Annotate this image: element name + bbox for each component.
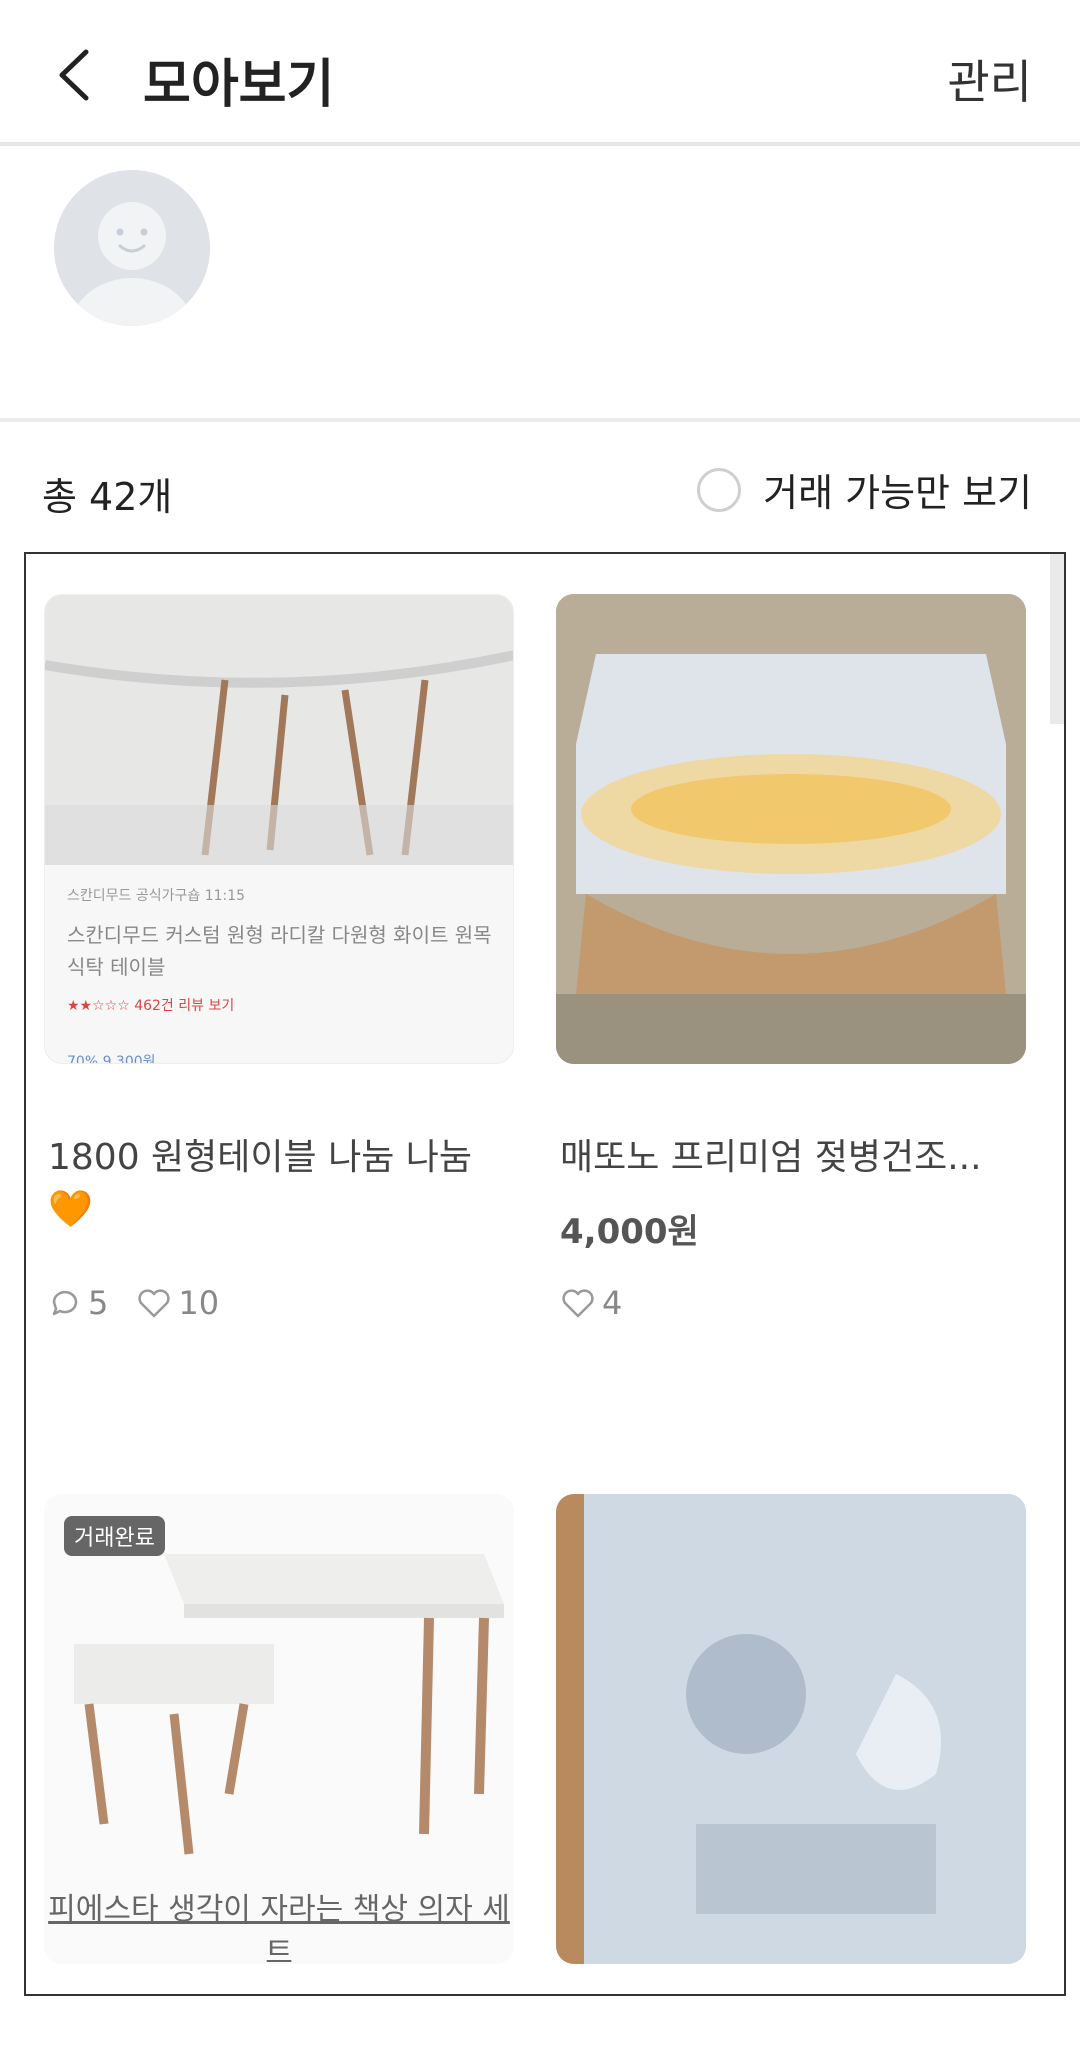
bottle-dryer-image	[556, 594, 1026, 1064]
heart-icon	[138, 1289, 171, 1318]
item-thumbnail[interactable]	[556, 594, 1026, 1064]
item-grid: 스칸디무드 공식가구숍 11:15 스칸디무드 커스텀 원형 라디칼 다원형 화…	[24, 552, 1066, 1996]
ad-seller: 스칸디무드 공식가구숍 11:15	[67, 888, 246, 904]
chat-count: 5	[88, 1284, 109, 1322]
ad-title: 스칸디무드 커스텀 원형 라디칼 다원형 화이트 원목 식탁 테이블	[67, 923, 492, 979]
item-thumbnail[interactable]: 거래완료 피에스타 생각이 자라는 책상 의자 세트	[44, 1494, 514, 1964]
sold-badge: 거래완료	[64, 1516, 165, 1556]
scroll-edge	[1050, 554, 1064, 724]
avatar[interactable]	[54, 170, 210, 326]
like-stat: 10	[136, 1284, 219, 1322]
ad-rating: ★★☆☆☆ 462건 리뷰 보기	[67, 998, 235, 1014]
item-title: 1800 원형테이블 나눔 나눔🧡	[48, 1137, 473, 1230]
default-avatar-icon	[54, 170, 210, 326]
like-stat: 4	[560, 1284, 622, 1322]
like-count: 4	[602, 1284, 623, 1322]
item-thumbnail[interactable]	[556, 1494, 1026, 1964]
chevron-left-icon	[59, 49, 89, 101]
item-stats: 4	[560, 1284, 640, 1322]
available-only-label: 거래 가능만 보기	[763, 471, 1032, 515]
table-image	[45, 595, 513, 865]
profile-section	[0, 150, 1080, 422]
top-app-bar: 모아보기 관리	[0, 0, 1080, 146]
available-only-toggle[interactable]: 거래 가능만 보기	[697, 462, 1032, 517]
list-toolbar: 총 42개 거래 가능만 보기	[0, 426, 1080, 550]
radio-button[interactable]	[697, 467, 742, 512]
page-title: 모아보기	[143, 55, 335, 115]
manage-button[interactable]: 관리	[947, 46, 1032, 112]
image-caption: 피에스타 생각이 자라는 책상 의자 세트	[48, 1892, 510, 1964]
heart-icon	[562, 1289, 594, 1318]
back-button[interactable]	[48, 40, 108, 110]
ad-text: 스칸디무드 공식가구숍 11:15 스칸디무드 커스텀 원형 라디칼 다원형 화…	[67, 885, 497, 1064]
item-price: 4,000원	[560, 1212, 699, 1252]
item-thumbnail[interactable]: 스칸디무드 공식가구숍 11:15 스칸디무드 커스텀 원형 라디칼 다원형 화…	[44, 594, 514, 1064]
like-count: 10	[178, 1284, 220, 1322]
chat-bubble-icon	[52, 1290, 78, 1316]
chat-stat: 5	[48, 1284, 108, 1322]
item-count: 총 42개	[42, 475, 173, 519]
item-stats: 5 10	[48, 1284, 237, 1322]
product-image	[556, 1494, 1026, 1964]
item-title: 매또노 프리미엄 젖병건조...	[560, 1137, 982, 1178]
ad-price: 70% 9,300원	[67, 1054, 156, 1064]
